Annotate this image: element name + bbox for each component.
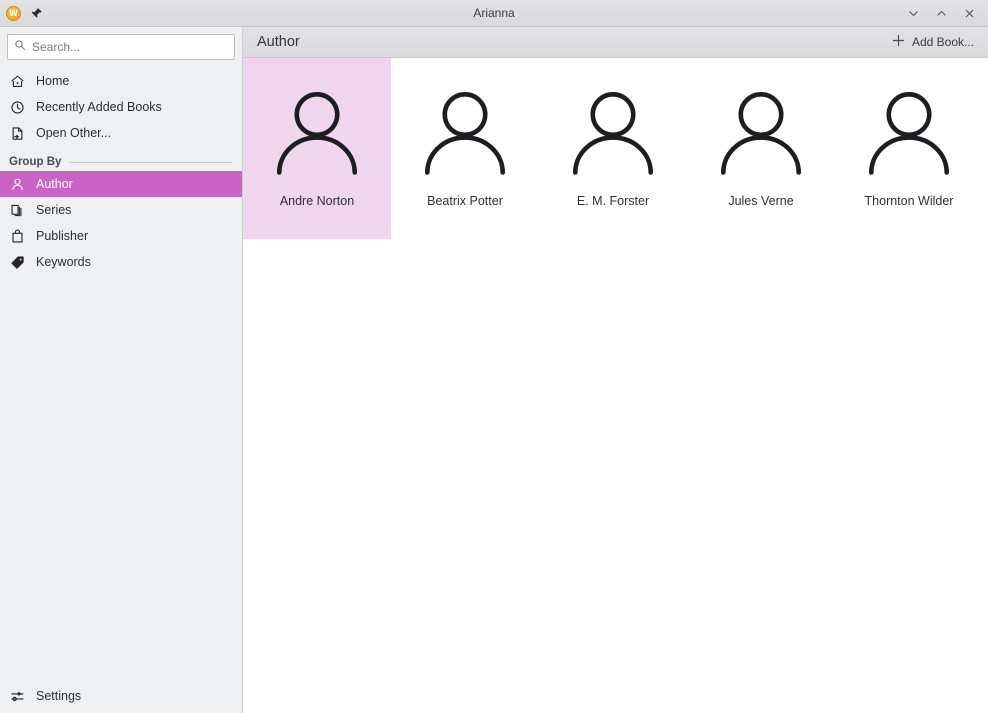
home-icon (9, 73, 26, 90)
group-by-header: Group By (0, 146, 242, 171)
window-body: Search... Home (0, 27, 988, 713)
author-card[interactable]: E. M. Forster (539, 58, 687, 239)
close-icon[interactable] (961, 5, 978, 22)
sidebar-item-label: Recently Added Books (36, 100, 162, 114)
sidebar-item-recently-added-books[interactable]: Recently Added Books (0, 94, 242, 120)
search-input[interactable]: Search... (7, 34, 235, 60)
sidebar-item-label: Author (36, 177, 73, 191)
content-area: Author Add Book... Andre Norton (243, 27, 988, 713)
sidebar-item-label: Home (36, 74, 69, 88)
sidebar-item-label: Publisher (36, 229, 88, 243)
sidebar: Search... Home (0, 27, 243, 713)
sidebar-item-label: Keywords (36, 255, 91, 269)
person-icon (269, 84, 365, 180)
sidebar-item-settings[interactable]: Settings (0, 683, 242, 709)
content-header: Author Add Book... (243, 27, 988, 58)
sidebar-item-label: Series (36, 203, 71, 217)
open-file-icon (9, 125, 26, 142)
sidebar-spacer (0, 275, 242, 683)
search-container: Search... (0, 27, 242, 60)
person-icon (565, 84, 661, 180)
sidebar-item-label: Settings (36, 689, 81, 703)
author-name: Beatrix Potter (427, 194, 503, 208)
person-icon (713, 84, 809, 180)
sidebar-item-publisher[interactable]: Publisher (0, 223, 242, 249)
search-placeholder: Search... (32, 40, 80, 54)
window-controls (905, 5, 982, 22)
plus-icon (891, 33, 906, 51)
add-book-button[interactable]: Add Book... (887, 30, 978, 54)
page-title: Author (257, 34, 300, 50)
author-name: Andre Norton (280, 194, 354, 208)
clock-icon (9, 99, 26, 116)
sidebar-item-series[interactable]: Series (0, 197, 242, 223)
author-card[interactable]: Beatrix Potter (391, 58, 539, 239)
sidebar-nav-list: Home Recently Added Books (0, 68, 242, 146)
author-card[interactable]: Andre Norton (243, 58, 391, 239)
stack-icon (9, 202, 26, 219)
sidebar-item-author[interactable]: Author (0, 171, 242, 197)
chevron-up-icon[interactable] (933, 5, 950, 22)
app-logo-icon: W (6, 6, 21, 21)
author-grid: Andre Norton Beatrix Potter (243, 58, 988, 713)
chevron-down-icon[interactable] (905, 5, 922, 22)
sidebar-item-label: Open Other... (36, 126, 111, 140)
author-name: Jules Verne (728, 194, 793, 208)
group-by-label: Group By (9, 156, 61, 168)
person-icon (417, 84, 513, 180)
tag-icon (9, 254, 26, 271)
pin-icon[interactable] (28, 5, 44, 21)
search-icon (14, 38, 26, 56)
sidebar-footer: Settings (0, 683, 242, 713)
author-name: Thornton Wilder (865, 194, 954, 208)
sidebar-item-home[interactable]: Home (0, 68, 242, 94)
author-card[interactable]: Thornton Wilder (835, 58, 983, 239)
sliders-icon (9, 688, 26, 705)
window-title: Arianna (0, 0, 988, 27)
author-name: E. M. Forster (577, 194, 649, 208)
group-by-divider (69, 162, 232, 163)
add-book-label: Add Book... (912, 35, 974, 49)
person-icon (9, 176, 26, 193)
window-titlebar: W Arianna (0, 0, 988, 27)
sidebar-item-keywords[interactable]: Keywords (0, 249, 242, 275)
titlebar-left-group: W (6, 5, 44, 21)
group-by-list: Author Series (0, 171, 242, 275)
bag-icon (9, 228, 26, 245)
author-card[interactable]: Jules Verne (687, 58, 835, 239)
person-icon (861, 84, 957, 180)
sidebar-item-open-other[interactable]: Open Other... (0, 120, 242, 146)
